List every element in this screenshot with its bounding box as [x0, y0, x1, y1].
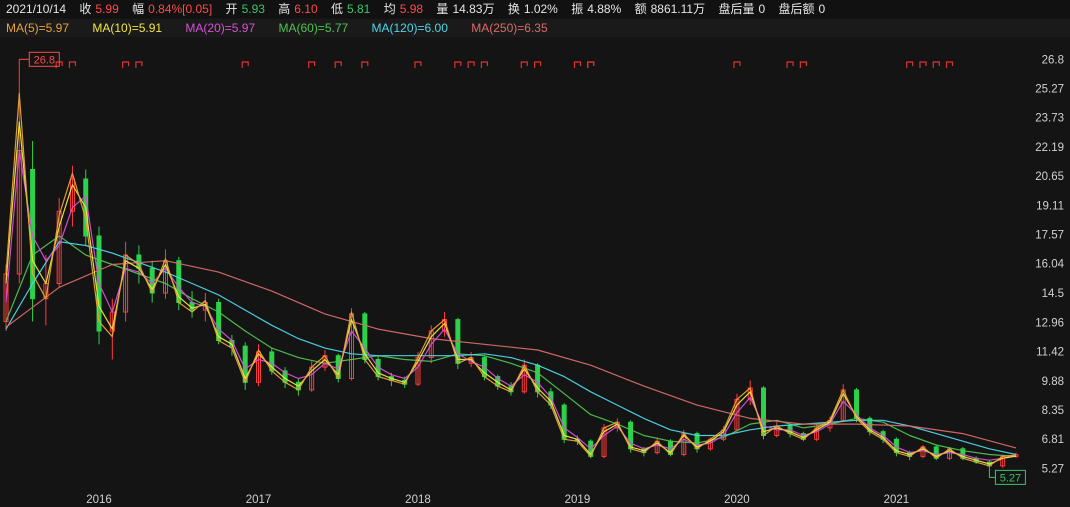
change-label: 幅: [132, 2, 145, 16]
high-value: 6.10: [294, 2, 318, 16]
y-tick-label: 23.73: [1035, 113, 1064, 125]
y-tick-label: 11.42: [1036, 347, 1064, 359]
legend-ma5: MA(5)=5.97: [6, 21, 70, 35]
price-chart[interactable]: 26.8 25.27 23.73 22.19 20.65 19.11 17.57 16.04 1…: [0, 38, 1070, 507]
low-label: 低: [330, 2, 343, 16]
x-tick-label: 2017: [246, 494, 272, 506]
volume-label: 量: [436, 2, 449, 16]
x-tick-label: 2016: [86, 494, 112, 506]
legend-ma20: MA(20)=5.97: [185, 21, 256, 35]
y-tick-label: 8.35: [1042, 405, 1064, 417]
y-tick-label: 22.19: [1035, 142, 1064, 154]
legend-ma60: MA(60)=5.77: [278, 21, 349, 35]
change-value: 0.84%[0.05]: [148, 2, 213, 16]
x-tick-label: 2018: [405, 494, 431, 506]
y-tick-label: 14.5: [1042, 288, 1064, 300]
y-tick-label: 17.57: [1035, 230, 1064, 242]
min-price-label: 5.27: [1000, 472, 1021, 484]
legend-ma120: MA(120)=6.00: [371, 21, 448, 35]
x-tick-label: 2020: [724, 494, 750, 506]
y-tick-label: 16.04: [1035, 259, 1064, 271]
close-label: 收: [79, 2, 92, 16]
after-volume-label: 盘后量: [718, 2, 755, 16]
y-tick-label: 20.65: [1035, 171, 1064, 183]
legend-ma10: MA(10)=5.91: [92, 21, 163, 35]
avg-value: 5.98: [399, 2, 424, 16]
y-tick-label: 25.27: [1035, 83, 1064, 95]
y-tick-label: 9.88: [1042, 376, 1064, 388]
low-value: 5.81: [347, 2, 371, 16]
turnover-value: 1.02%: [523, 2, 558, 16]
y-tick-label: 19.11: [1036, 200, 1064, 212]
y-tick-label: 12.96: [1035, 317, 1064, 329]
close-value: 5.99: [95, 2, 119, 16]
amplitude-label: 振: [571, 2, 584, 16]
turnover-label: 换: [507, 2, 520, 16]
ma-legend: MA(5)=5.97 MA(10)=5.91 MA(20)=5.97 MA(60…: [0, 19, 1070, 37]
after-volume-value: 0: [758, 2, 766, 16]
legend-ma250: MA(250)=6.35: [471, 21, 548, 35]
amount-label: 额: [634, 2, 647, 16]
high-label: 高: [278, 2, 291, 16]
y-tick-label: 6.81: [1042, 434, 1064, 446]
quote-info-bar: 2021/10/14 收 5.99 幅 0.84%[0.05] 开 5.93 高 6.1…: [0, 0, 1070, 18]
avg-label: 均: [383, 2, 396, 16]
y-tick-label: 26.8: [1042, 54, 1064, 66]
x-tick-label: 2021: [884, 494, 910, 506]
max-price-label: 26.8: [34, 54, 55, 66]
after-amount-label: 盘后额: [778, 2, 815, 16]
quote-date: 2021/10/14: [6, 2, 67, 16]
after-amount-value: 0: [818, 2, 826, 16]
x-tick-label: 2019: [565, 494, 591, 506]
open-value: 5.93: [241, 2, 265, 16]
amount-value: 8861.11万: [650, 2, 706, 16]
volume-value: 14.83万: [452, 2, 495, 16]
y-tick-label: 5.27: [1042, 463, 1064, 475]
amplitude-value: 4.88%: [587, 2, 622, 16]
open-label: 开: [225, 2, 238, 16]
